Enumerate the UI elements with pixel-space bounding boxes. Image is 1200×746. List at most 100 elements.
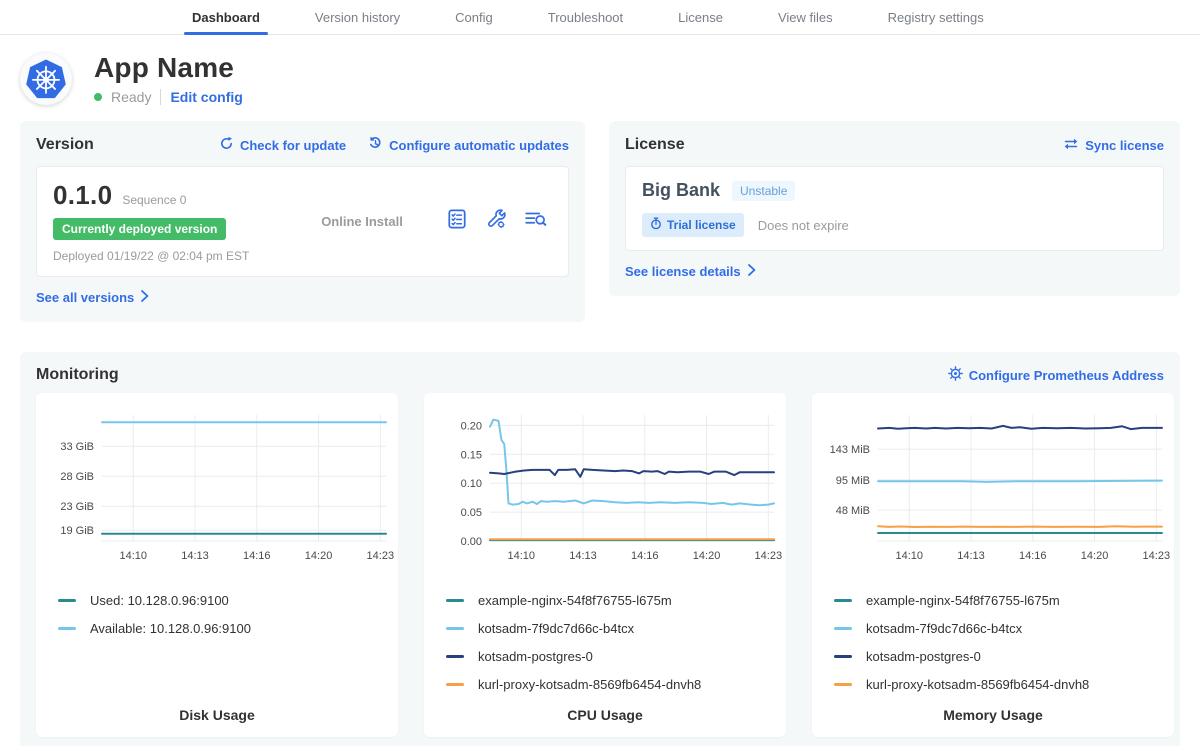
svg-text:14:13: 14:13 xyxy=(957,550,985,562)
preflight-checks-icon[interactable] xyxy=(446,208,468,235)
legend-color-dash xyxy=(834,655,852,658)
see-license-details-link[interactable]: See license details xyxy=(625,264,756,279)
legend-label: example-nginx-54f8f76755-l675m xyxy=(866,593,1060,608)
refresh-icon xyxy=(219,136,234,154)
legend-color-dash xyxy=(58,599,76,602)
memory-usage-legend: example-nginx-54f8f76755-l675m kotsadm-7f… xyxy=(812,586,1174,698)
tab-config[interactable]: Config xyxy=(455,0,493,34)
legend-color-dash xyxy=(58,627,76,630)
tab-view-files[interactable]: View files xyxy=(778,0,833,34)
chart-title-disk: Disk Usage xyxy=(36,707,398,723)
legend-color-dash xyxy=(834,599,852,602)
edit-config-wrench-icon[interactable] xyxy=(485,208,507,235)
view-logs-icon[interactable] xyxy=(524,208,548,235)
gear-icon xyxy=(948,366,963,384)
expiry-label: Does not expire xyxy=(758,218,849,233)
license-card: License Sync license Big Bank Unstable T… xyxy=(609,121,1180,296)
version-card: Version Check for update Configure autom… xyxy=(20,121,585,322)
svg-text:14:16: 14:16 xyxy=(243,550,271,562)
svg-text:19 GiB: 19 GiB xyxy=(60,525,94,537)
check-for-update-link[interactable]: Check for update xyxy=(219,136,346,154)
configure-prometheus-link[interactable]: Configure Prometheus Address xyxy=(948,366,1164,384)
legend-item: example-nginx-54f8f76755-l675m xyxy=(834,586,1174,614)
svg-text:0.00: 0.00 xyxy=(461,536,482,548)
tab-dashboard[interactable]: Dashboard xyxy=(192,0,260,34)
cpu-usage-chart: 14:1014:1314:1614:2014:230.200.150.100.0… xyxy=(424,401,786,576)
svg-text:14:20: 14:20 xyxy=(305,550,333,562)
svg-text:14:16: 14:16 xyxy=(631,550,659,562)
svg-text:48 MiB: 48 MiB xyxy=(836,505,870,517)
tab-troubleshoot[interactable]: Troubleshoot xyxy=(548,0,623,34)
deployed-timestamp: Deployed 01/19/22 @ 02:04 pm EST xyxy=(53,249,278,263)
svg-text:14:23: 14:23 xyxy=(367,550,395,562)
sync-arrows-icon xyxy=(1063,137,1079,154)
app-header: App Name Ready Edit config xyxy=(0,35,1200,119)
customer-name: Big Bank xyxy=(642,180,720,201)
legend-item: Used: 10.128.0.96:9100 xyxy=(58,586,398,614)
legend-item: kotsadm-7f9dc7d66c-b4tcx xyxy=(834,614,1174,642)
sync-license-link[interactable]: Sync license xyxy=(1063,137,1164,154)
legend-label: example-nginx-54f8f76755-l675m xyxy=(478,593,672,608)
cpu-usage-legend: example-nginx-54f8f76755-l675m kotsadm-7f… xyxy=(424,586,786,698)
chevron-right-icon xyxy=(748,264,756,279)
legend-item: kurl-proxy-kotsadm-8569fb6454-dnvh8 xyxy=(834,670,1174,698)
svg-text:0.10: 0.10 xyxy=(461,478,482,490)
disk-usage-chart: 14:1014:1314:1614:2014:2333 GiB28 GiB23 … xyxy=(36,401,398,576)
legend-color-dash xyxy=(834,683,852,686)
legend-label: kurl-proxy-kotsadm-8569fb6454-dnvh8 xyxy=(478,677,701,692)
svg-text:14:20: 14:20 xyxy=(693,550,721,562)
page-title: App Name xyxy=(94,53,243,83)
legend-color-dash xyxy=(446,627,464,630)
legend-color-dash xyxy=(446,683,464,686)
top-nav: Dashboard Version history Config Troublesho… xyxy=(0,0,1200,35)
app-status: Ready xyxy=(111,89,151,105)
legend-item: example-nginx-54f8f76755-l675m xyxy=(446,586,786,614)
chart-card-memory: 14:1014:1314:1614:2014:23143 MiB95 MiB48… xyxy=(812,393,1174,737)
chart-title-cpu: CPU Usage xyxy=(424,707,786,723)
legend-item: kotsadm-postgres-0 xyxy=(834,642,1174,670)
legend-item: kotsadm-postgres-0 xyxy=(446,642,786,670)
version-number: 0.1.0 xyxy=(53,180,112,211)
svg-text:14:10: 14:10 xyxy=(895,550,923,562)
tab-registry-settings[interactable]: Registry settings xyxy=(888,0,984,34)
legend-label: kotsadm-7f9dc7d66c-b4tcx xyxy=(478,621,634,636)
legend-item: Available: 10.128.0.96:9100 xyxy=(58,614,398,642)
configure-automatic-updates-link[interactable]: Configure automatic updates xyxy=(368,136,569,154)
svg-text:0.05: 0.05 xyxy=(461,507,482,519)
edit-config-link[interactable]: Edit config xyxy=(170,89,242,105)
svg-text:14:16: 14:16 xyxy=(1019,550,1047,562)
legend-label: kotsadm-postgres-0 xyxy=(866,649,981,664)
legend-color-dash xyxy=(834,627,852,630)
svg-text:14:20: 14:20 xyxy=(1081,550,1109,562)
chevron-right-icon xyxy=(141,290,149,305)
svg-text:14:10: 14:10 xyxy=(119,550,147,562)
channel-badge: Unstable xyxy=(732,181,795,201)
disk-usage-legend: Used: 10.128.0.96:9100 Available: 10.128.… xyxy=(36,586,398,642)
svg-text:95 MiB: 95 MiB xyxy=(836,475,870,487)
svg-text:0.15: 0.15 xyxy=(461,449,482,461)
legend-item: kurl-proxy-kotsadm-8569fb6454-dnvh8 xyxy=(446,670,786,698)
monitoring-section: Monitoring Configure Prometheus Address … xyxy=(20,352,1180,746)
see-all-versions-link[interactable]: See all versions xyxy=(36,290,149,305)
svg-text:14:13: 14:13 xyxy=(181,550,209,562)
legend-label: kotsadm-7f9dc7d66c-b4tcx xyxy=(866,621,1022,636)
trial-license-badge: Trial license xyxy=(642,213,744,237)
legend-color-dash xyxy=(446,655,464,658)
legend-label: Used: 10.128.0.96:9100 xyxy=(90,593,229,608)
deployed-badge: Currently deployed version xyxy=(53,218,226,240)
monitoring-title: Monitoring xyxy=(36,366,119,384)
svg-text:33 GiB: 33 GiB xyxy=(60,441,94,453)
svg-text:14:23: 14:23 xyxy=(755,550,783,562)
kubernetes-logo-icon xyxy=(20,53,72,105)
sequence-label: Sequence 0 xyxy=(122,193,186,207)
svg-text:143 MiB: 143 MiB xyxy=(830,444,870,456)
tab-license[interactable]: License xyxy=(678,0,723,34)
memory-usage-chart: 14:1014:1314:1614:2014:23143 MiB95 MiB48… xyxy=(812,401,1174,576)
summary-cards-row: Version Check for update Configure autom… xyxy=(0,119,1200,322)
tab-version-history[interactable]: Version history xyxy=(315,0,400,34)
legend-label: kotsadm-postgres-0 xyxy=(478,649,593,664)
divider xyxy=(160,89,161,105)
svg-text:28 GiB: 28 GiB xyxy=(60,471,94,483)
legend-color-dash xyxy=(446,599,464,602)
license-card-title: License xyxy=(625,136,685,154)
